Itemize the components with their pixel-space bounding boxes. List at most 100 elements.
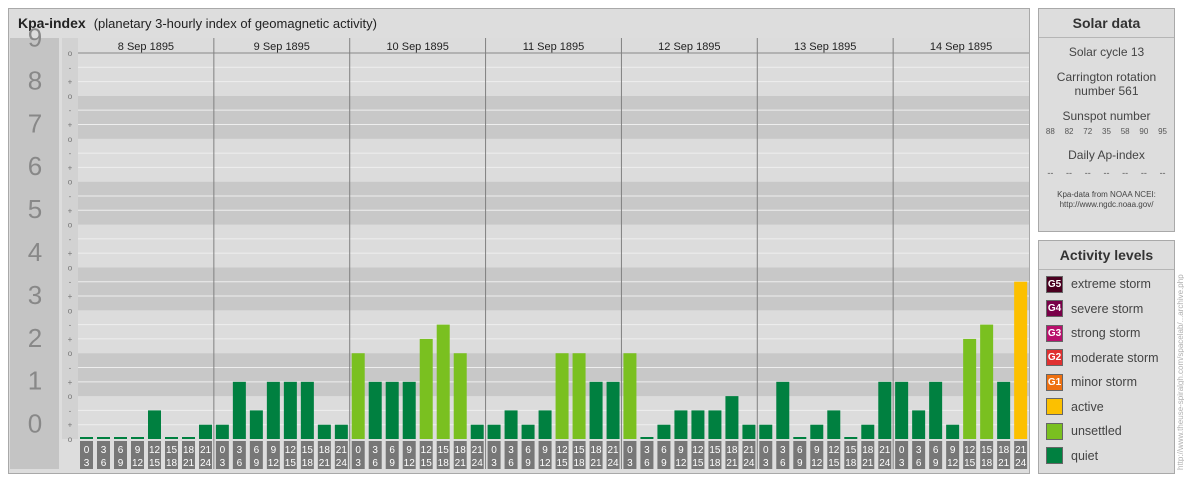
level-quiet: quiet (1039, 444, 1174, 469)
hour-bin-start: 6 (254, 445, 260, 456)
level-label: strong storm (1071, 326, 1141, 341)
hour-bin-end: 9 (389, 458, 395, 469)
activity-levels-list: G5 extreme storm G4 severe storm G3 strong … (1039, 270, 1174, 468)
hour-bin-start: 15 (438, 445, 450, 456)
kp-bar (759, 424, 773, 439)
minor-tick-label: + (68, 335, 73, 344)
hour-bin-end: 18 (302, 458, 314, 469)
hour-bin-end: 3 (491, 458, 497, 469)
kp-bar (572, 353, 586, 439)
kp-bar (148, 410, 161, 439)
hour-bin-start: 12 (692, 445, 704, 456)
level-band (78, 138, 1029, 182)
hour-bin-end: 18 (438, 458, 450, 469)
kp-bar (606, 381, 620, 439)
hour-bin-start: 3 (101, 445, 107, 456)
hour-bin-start: 3 (644, 445, 650, 456)
minor-tick-label: o (68, 306, 73, 315)
hour-bin-end: 12 (540, 458, 552, 469)
hour-bin-end: 21 (998, 458, 1010, 469)
minor-tick-label: o (68, 392, 73, 401)
y-level-label: 0 (28, 409, 42, 439)
ap-value: -- (1159, 168, 1166, 178)
kp-bar (402, 381, 416, 439)
minor-tick-label: - (69, 364, 72, 373)
hour-bin-start: 12 (557, 445, 569, 456)
kp-bar (317, 424, 331, 439)
hour-bin-start: 3 (780, 445, 786, 456)
carrington-line-2: number 561 (1074, 84, 1139, 98)
minor-tick-label: - (69, 63, 72, 72)
source-link[interactable]: http://www.ngdc.noaa.gov/ (1039, 200, 1174, 210)
day-label: 11 Sep 1895 (523, 41, 585, 53)
hour-bin-end: 3 (84, 458, 90, 469)
hour-bin-end: 3 (627, 458, 633, 469)
ap-value: -- (1066, 168, 1073, 178)
kp-bar (1014, 281, 1028, 439)
level-band (78, 224, 1029, 268)
minor-tick-label: + (68, 120, 73, 129)
hour-bin-start: 0 (899, 445, 905, 456)
kp-bar (199, 424, 212, 439)
minor-tick-label: - (69, 106, 72, 115)
kp-bar (912, 410, 926, 439)
solar-data-panel: Solar data Solar cycle 13 Carrington rot… (1038, 8, 1175, 232)
minor-tick-label: o (68, 349, 73, 358)
sunspot-value: 82 (1064, 127, 1074, 136)
hour-bin-start: 18 (183, 445, 195, 456)
minor-tick-label: + (68, 249, 73, 258)
y-level-label: 5 (28, 194, 42, 224)
kp-bar (895, 381, 909, 439)
level-g1: G1 minor storm (1039, 370, 1174, 395)
kp-bar (165, 437, 178, 439)
hour-bin-start: 9 (271, 445, 277, 456)
hour-bin-start: 15 (709, 445, 721, 456)
hour-bin-end: 3 (763, 458, 769, 469)
y-level-label: 4 (28, 237, 42, 267)
kp-bar (419, 338, 433, 439)
hour-bin-start: 21 (472, 445, 484, 456)
day-label: 12 Sep 1895 (658, 41, 720, 53)
level-g2: G2 moderate storm (1039, 346, 1174, 371)
minor-tick-label: + (68, 163, 73, 172)
hour-bin-end: 15 (692, 458, 704, 469)
y-level-label: 7 (28, 108, 42, 138)
hour-bin-start: 15 (845, 445, 857, 456)
hour-bin-end: 21 (183, 458, 195, 469)
y-level-label: 1 (28, 366, 42, 396)
hour-bin-end: 9 (797, 458, 803, 469)
kp-bar (504, 410, 518, 439)
hour-bin-end: 6 (508, 458, 514, 469)
hour-bin-end: 3 (355, 458, 361, 469)
hour-bin-start: 18 (862, 445, 874, 456)
kp-bar (97, 437, 110, 439)
kp-bar (878, 381, 892, 439)
hour-bin-start: 3 (916, 445, 922, 456)
ap-value: -- (1122, 168, 1129, 178)
hour-bin-end: 12 (811, 458, 823, 469)
minor-tick-label: o (68, 435, 73, 444)
hour-bin-start: 3 (237, 445, 243, 456)
hour-bin-end: 9 (254, 458, 260, 469)
sunspot-value: 88 (1045, 127, 1055, 136)
level-g5: G5 extreme storm (1039, 272, 1174, 297)
sunspot-numbers: 88 82 72 35 58 90 95 (1039, 127, 1174, 136)
level-swatch (1046, 422, 1063, 440)
hour-bin-start: 9 (135, 445, 141, 456)
kp-bar (521, 424, 535, 439)
hour-bin-end: 9 (661, 458, 667, 469)
hour-bin-end: 15 (964, 458, 976, 469)
hour-bin-end: 6 (916, 458, 922, 469)
kp-bar (182, 437, 195, 439)
ap-value: -- (1047, 168, 1054, 178)
ap-title: Daily Ap-index (1068, 148, 1145, 162)
hour-bin-start: 15 (981, 445, 993, 456)
level-label: extreme storm (1071, 277, 1151, 292)
kp-bar (657, 424, 671, 439)
day-label: 14 Sep 1895 (930, 41, 992, 53)
ap-value: -- (1103, 168, 1110, 178)
hour-bin-end: 21 (726, 458, 738, 469)
hour-bin-start: 9 (542, 445, 548, 456)
minor-tick-label: o (68, 92, 73, 101)
hour-bin-start: 9 (406, 445, 412, 456)
